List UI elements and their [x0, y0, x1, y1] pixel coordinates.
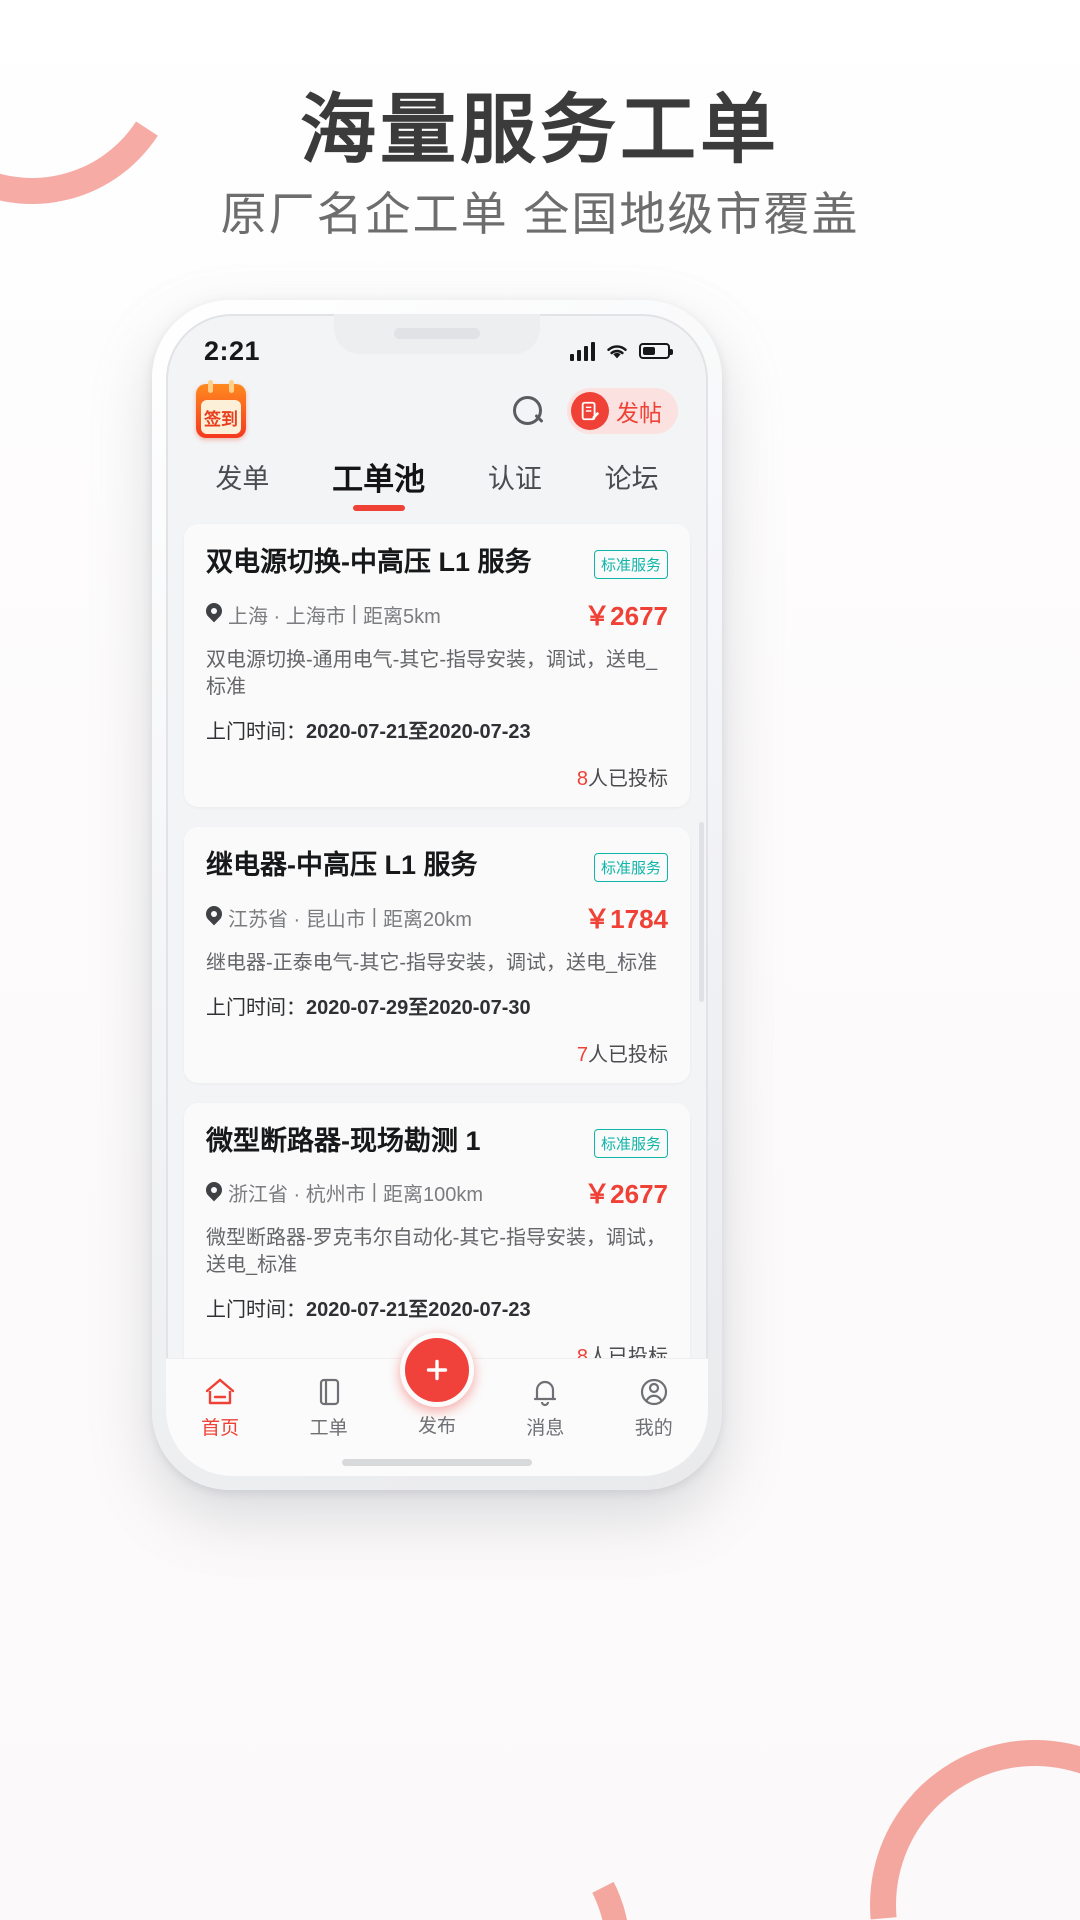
plus-icon[interactable]: [399, 1333, 474, 1407]
order-list[interactable]: 双电源切换-中高压 L1 服务 标准服务 上海 · 上海市 | 距离5km ￥2…: [166, 512, 708, 1412]
order-visit-range: 2020-07-21至2020-07-23: [306, 1299, 531, 1322]
checkin-label: 签到: [201, 400, 241, 434]
document-icon: [281, 1371, 377, 1413]
nav-item-profile[interactable]: 我的: [606, 1371, 702, 1440]
user-icon: [606, 1371, 702, 1413]
order-bid-suffix: 人已投标: [588, 767, 668, 790]
nav-label-home: 首页: [201, 1418, 240, 1439]
order-bid-suffix: 人已投标: [588, 1043, 668, 1066]
nav-item-orders[interactable]: 工单: [281, 1371, 377, 1440]
phone-screen: 2:21 签到 发帖 发单 工单池 认证 论坛 双电源切换-中高压 L1 服务 …: [166, 314, 708, 1476]
service-badge: 标准服务: [593, 550, 668, 579]
nav-label-profile: 我的: [634, 1418, 673, 1439]
decorative-arc-bottom-right: [802, 1672, 1080, 1920]
order-visit-label: 上门时间：: [206, 720, 306, 743]
tab-fadan[interactable]: 发单: [215, 457, 269, 508]
order-bids: 7人已投标: [206, 1038, 668, 1067]
order-visit-label: 上门时间：: [206, 1299, 306, 1322]
order-divider: |: [371, 905, 377, 928]
nav-item-messages[interactable]: 消息: [497, 1371, 593, 1440]
order-location-row: 浙江省 · 杭州市 | 距离100km ￥2677: [206, 1174, 668, 1211]
compose-document-icon: [571, 392, 609, 430]
order-divider: |: [371, 1181, 377, 1204]
tab-renzheng[interactable]: 认证: [488, 457, 542, 508]
order-location: 上海 · 上海市 | 距离5km: [206, 600, 441, 629]
home-indicator: [342, 1459, 532, 1466]
order-title: 微型断路器-现场勘测 1: [206, 1125, 481, 1156]
location-pin-icon: [206, 603, 222, 625]
nav-item-home[interactable]: 首页: [172, 1371, 268, 1440]
order-visit-range: 2020-07-29至2020-07-30: [306, 996, 531, 1019]
location-pin-icon: [206, 906, 222, 928]
order-bid-count: 7: [576, 1043, 588, 1066]
scrollbar-thumb[interactable]: [699, 822, 704, 1002]
nav-label-messages: 消息: [526, 1418, 565, 1439]
status-icons: [570, 341, 673, 361]
service-badge: 标准服务: [593, 1128, 668, 1158]
order-divider: |: [351, 602, 357, 625]
order-title: 继电器-中高压 L1 服务: [206, 849, 478, 880]
order-visit-range: 2020-07-21至2020-07-23: [306, 720, 531, 743]
promo-headline: 海量服务工单: [300, 88, 780, 173]
tab-bar: 发单 工单池 认证 论坛: [166, 448, 708, 512]
signal-bars-icon: [570, 341, 595, 361]
nav-label-publish: 发布: [417, 1416, 456, 1437]
app-bar-actions: 发帖: [511, 388, 678, 434]
order-price: ￥2677: [584, 1179, 668, 1210]
order-location: 江苏省 · 昆山市 | 距离20km: [206, 903, 472, 932]
home-icon: [172, 1371, 268, 1413]
phone-mockup: 2:21 签到 发帖 发单 工单池 认证 论坛 双电源切换-中高压 L1 服务 …: [152, 300, 722, 1490]
order-visit-label: 上门时间：: [206, 996, 306, 1019]
tab-gongdanchi[interactable]: 工单池: [332, 454, 425, 511]
nav-item-publish[interactable]: 发布: [389, 1333, 485, 1438]
order-card-header: 继电器-中高压 L1 服务 标准服务: [206, 849, 668, 883]
order-price: ￥2677: [584, 600, 668, 631]
order-location-row: 上海 · 上海市 | 距离5km ￥2677: [206, 596, 668, 633]
order-card[interactable]: 继电器-中高压 L1 服务 标准服务 江苏省 · 昆山市 | 距离20km ￥1…: [184, 826, 690, 1083]
post-button[interactable]: 发帖: [567, 388, 678, 434]
order-location-row: 江苏省 · 昆山市 | 距离20km ￥1784: [206, 899, 668, 936]
order-visit-time: 上门时间：2020-07-29至2020-07-30: [206, 991, 668, 1020]
order-bids: 8人已投标: [206, 762, 668, 791]
bell-icon: [497, 1371, 593, 1413]
battery-icon: [639, 343, 673, 359]
order-distance: 距离100km: [382, 1184, 484, 1207]
order-card-header: 微型断路器-现场勘测 1 标准服务: [206, 1125, 668, 1159]
calendar-ring-right-icon: [229, 380, 234, 393]
location-pin-icon: [206, 1182, 222, 1204]
order-description: 双电源切换-通用电气-其它-指导安装，调试，送电_标准: [206, 648, 658, 698]
app-top-bar: 签到 发帖: [166, 378, 708, 448]
order-location-text: 上海 · 上海市: [228, 605, 346, 628]
promo-page: 海量服务工单 原厂名企工单 全国地级市覆盖 2:21 签到 发帖 发单 工单池 …: [0, 0, 1080, 1920]
nav-label-orders: 工单: [309, 1418, 348, 1439]
order-bid-count: 8: [576, 767, 588, 790]
status-bar: 2:21: [166, 314, 708, 378]
calendar-ring-left-icon: [208, 380, 213, 393]
order-title: 双电源切换-中高压 L1 服务: [206, 547, 532, 577]
post-button-label: 发帖: [616, 400, 662, 426]
order-location-text: 江苏省 · 昆山市: [228, 908, 366, 931]
order-location: 浙江省 · 杭州市 | 距离100km: [206, 1178, 483, 1207]
service-badge: 标准服务: [593, 852, 668, 882]
promo-subheadline: 原厂名企工单 全国地级市覆盖: [220, 188, 860, 240]
order-distance: 距离20km: [382, 908, 472, 931]
tab-luntan[interactable]: 论坛: [605, 457, 659, 508]
decorative-arc-bottom-left: [290, 1760, 670, 1920]
order-price: ￥1784: [584, 903, 668, 934]
order-card-header: 双电源切换-中高压 L1 服务 标准服务: [206, 546, 668, 580]
order-card[interactable]: 双电源切换-中高压 L1 服务 标准服务 上海 · 上海市 | 距离5km ￥2…: [184, 524, 690, 807]
search-icon[interactable]: [511, 394, 545, 428]
order-visit-time: 上门时间：2020-07-21至2020-07-23: [206, 1293, 668, 1322]
checkin-button[interactable]: 签到: [196, 380, 246, 438]
order-distance: 距离5km: [362, 605, 441, 628]
status-time: 2:21: [204, 335, 261, 366]
order-visit-time: 上门时间：2020-07-21至2020-07-23: [206, 715, 668, 744]
order-location-text: 浙江省 · 杭州市: [228, 1184, 366, 1207]
order-description: 继电器-正泰电气-其它-指导安装，调试，送电_标准: [206, 951, 658, 974]
order-description: 微型断路器-罗克韦尔自动化-其它-指导安装，调试，送电_标准: [206, 1227, 666, 1277]
wifi-icon: [607, 345, 627, 359]
